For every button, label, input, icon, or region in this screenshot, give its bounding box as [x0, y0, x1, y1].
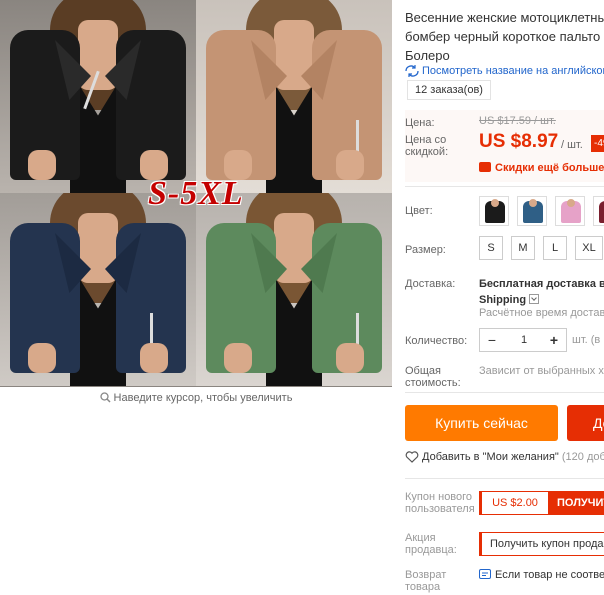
- quantity-stepper: − 1 +: [479, 328, 567, 352]
- product-info-panel: Весенние женские мотоциклетные бомбер че…: [405, 0, 604, 595]
- size-option-l[interactable]: L: [543, 236, 567, 260]
- divider: [405, 392, 604, 393]
- color-swatch-burgundy[interactable]: [593, 196, 604, 226]
- price-label: Цена:: [405, 117, 435, 129]
- color-swatch-black[interactable]: [479, 196, 509, 226]
- shipping-method-line2: Shipping: [479, 294, 527, 306]
- price-unit: / шт.: [561, 139, 583, 151]
- current-price: US $8.97: [479, 131, 559, 152]
- quantity-decrease-button[interactable]: −: [480, 329, 504, 351]
- quantity-input[interactable]: 1: [504, 329, 544, 351]
- new-user-coupon-label: Купон нового пользователя: [405, 491, 475, 515]
- app-promo-text: Скидки ещё больше в приложении: [495, 162, 604, 174]
- product-title: Весенние женские мотоциклетные бомбер че…: [405, 10, 604, 63]
- size-label: Размер:: [405, 244, 446, 256]
- wishlist-text[interactable]: Добавить в "Мои желания": [422, 451, 559, 463]
- translate-link-text[interactable]: Посмотреть название на английском: [422, 65, 604, 77]
- product-photo-navy-jacket: [0, 193, 196, 386]
- wishlist-count: (120 добавили): [561, 451, 604, 463]
- discount-tag: -49%: [591, 135, 604, 152]
- chevron-down-icon[interactable]: [529, 294, 540, 304]
- quantity-increase-button[interactable]: +: [542, 329, 566, 351]
- orders-count: 12 заказа(ов): [407, 80, 491, 100]
- discount-price-label: Цена со скидкой:: [405, 134, 449, 158]
- tag-icon: [479, 162, 491, 172]
- return-policy-icon: [479, 569, 491, 579]
- shipping-method-line1: Бесплатная доставка в Россию: [479, 278, 604, 290]
- divider: [405, 478, 604, 479]
- product-photo-tan-jacket: [196, 0, 392, 193]
- color-label: Цвет:: [405, 205, 433, 217]
- quantity-label: Количество:: [405, 335, 468, 347]
- coupon-amount: US $2.00: [479, 491, 549, 515]
- seller-promo-label: Акция продавца:: [405, 532, 457, 556]
- translate-title-link[interactable]: Посмотреть название на английском: [405, 63, 604, 79]
- add-to-cart-button[interactable]: Добавить в корзину: [567, 405, 604, 441]
- app-promo[interactable]: Скидки ещё больше в приложении: [479, 162, 604, 174]
- quantity-unit: шт. (в наличии 2500 шт.): [572, 334, 604, 346]
- get-seller-coupon-button[interactable]: Получить купон продавца: [479, 532, 604, 556]
- buy-now-button[interactable]: Купить сейчас: [405, 405, 558, 441]
- shipping-label: Доставка:: [405, 278, 456, 290]
- total-label: Общая стоимость:: [405, 365, 461, 389]
- magnifier-icon: [99, 392, 111, 403]
- product-photo-green-jacket: [196, 193, 392, 386]
- size-range-badge: S-5XL: [148, 175, 244, 212]
- color-swatch-blue[interactable]: [517, 196, 547, 226]
- divider: [405, 186, 604, 187]
- total-value: Зависит от выбранных характеристик: [479, 365, 604, 377]
- return-policy: Если товар не соответствует описанию про…: [479, 568, 604, 582]
- return-label: Возврат товара: [405, 569, 447, 593]
- product-image-gallery[interactable]: S-5XL: [0, 0, 392, 387]
- get-coupon-button[interactable]: ПОЛУЧИТЬ СЕЙЧАС: [549, 491, 604, 515]
- zoom-hint: Наведите курсор, чтобы увеличить: [0, 390, 392, 406]
- return-policy-text: Если товар не соответствует описанию про…: [495, 569, 604, 581]
- zoom-hint-text: Наведите курсор, чтобы увеличить: [113, 392, 293, 404]
- delivery-estimate: Расчётное время доставки: 15-30 дней: [479, 307, 604, 319]
- color-swatch-pink[interactable]: [555, 196, 585, 226]
- translate-icon: [405, 65, 419, 77]
- size-option-m[interactable]: M: [511, 236, 535, 260]
- size-option-xl[interactable]: XL: [575, 236, 603, 260]
- shipping-method[interactable]: Бесплатная доставка в Россию Shipping: [479, 276, 604, 308]
- product-photo-black-jacket: [0, 0, 196, 193]
- size-option-s[interactable]: S: [479, 236, 503, 260]
- heart-icon: [405, 451, 419, 463]
- add-to-wishlist-link[interactable]: Добавить в "Мои желания" (120 добавили): [405, 451, 604, 463]
- old-price: US $17.59 / шт.: [479, 115, 556, 127]
